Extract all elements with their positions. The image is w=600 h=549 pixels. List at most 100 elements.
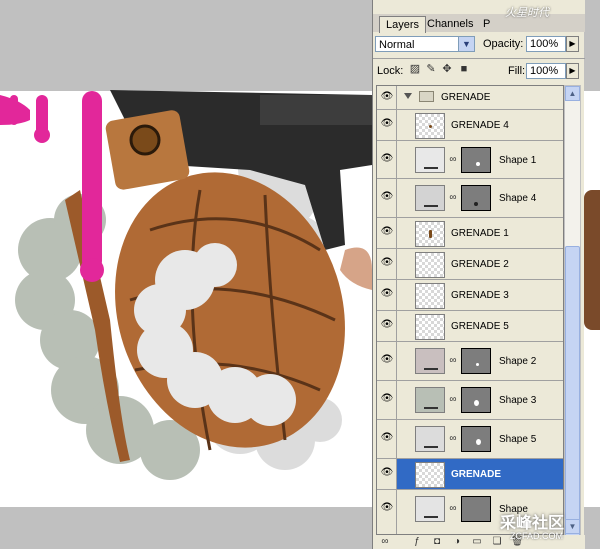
layer-grenade-1[interactable]: 👁 GRENADE 1 xyxy=(377,218,563,249)
grenade-artwork xyxy=(0,90,372,480)
eye-icon[interactable]: 👁 xyxy=(379,91,395,105)
vector-mask-thumbnail xyxy=(461,426,491,452)
layer-thumbnail xyxy=(415,314,445,340)
layer-shape-2[interactable]: 👁 ∞ Shape 2 xyxy=(377,342,563,381)
panel-titlebar[interactable] xyxy=(373,0,585,14)
layer-thumbnail xyxy=(415,252,445,278)
layer-group-grenade[interactable]: 👁 GRENADE xyxy=(377,86,563,110)
layer-shape-3[interactable]: 👁 ∞ Shape 3 xyxy=(377,381,563,420)
layer-name: Shape 3 xyxy=(499,395,537,406)
fill-arrow-icon[interactable]: ▶ xyxy=(566,63,579,79)
layer-shape-1[interactable]: 👁 ∞ Shape 1 xyxy=(377,141,563,179)
tab-layers[interactable]: Layers xyxy=(379,16,427,33)
layer-name: GRENADE 3 xyxy=(451,290,509,301)
vector-mask-thumbnail xyxy=(461,185,491,211)
eye-icon[interactable]: 👁 xyxy=(379,319,395,333)
eye-icon[interactable]: 👁 xyxy=(379,153,395,167)
watermark-bottom: 采峰社区 ZCFAD.COM xyxy=(470,505,590,549)
scroll-thumb[interactable] xyxy=(565,246,580,546)
layer-name: GRENADE xyxy=(441,92,491,103)
eye-icon[interactable]: 👁 xyxy=(379,432,395,446)
eye-icon[interactable]: 👁 xyxy=(379,191,395,205)
fill-label: Fill: xyxy=(508,65,526,77)
lock-all-icon[interactable]: ■ xyxy=(458,63,470,75)
link-icon[interactable]: ∞ xyxy=(449,354,457,368)
lock-label: Lock: xyxy=(377,65,404,77)
watermark-url: ZCFAD.COM xyxy=(510,531,563,541)
fuse-ring xyxy=(129,124,161,156)
layer-thumbnail xyxy=(415,221,445,247)
layer-grenade-selected[interactable]: 👁 GRENADE xyxy=(377,459,563,490)
lock-fill-row: Lock: ▨ ✎ ✥ ■ Fill: 100% ▶ xyxy=(373,60,585,82)
blend-mode-select[interactable]: Normal ▼ xyxy=(375,36,475,52)
link-icon[interactable]: ∞ xyxy=(449,191,457,205)
link-icon[interactable]: ∞ xyxy=(449,432,457,446)
layer-grenade-5[interactable]: 👁 GRENADE 5 xyxy=(377,311,563,342)
layers-panel: Layers Channels P Normal ▼ Opacity: 100%… xyxy=(372,0,585,549)
layer-name: Shape 5 xyxy=(499,434,537,445)
eye-icon[interactable]: 👁 xyxy=(379,257,395,271)
layer-name: GRENADE 4 xyxy=(451,120,509,131)
adjustment-layer-icon[interactable]: ◑ xyxy=(451,536,463,548)
hand-edge xyxy=(584,190,600,330)
blend-mode-value: Normal xyxy=(379,39,415,51)
layer-thumbnail xyxy=(415,387,445,413)
lock-transparent-icon[interactable]: ▨ xyxy=(409,63,421,75)
eye-icon[interactable]: 👁 xyxy=(379,226,395,240)
opacity-field[interactable]: 100% xyxy=(526,36,566,52)
canvas-right-edge xyxy=(584,0,600,549)
layer-thumbnail xyxy=(415,496,445,522)
add-mask-icon[interactable]: ◘ xyxy=(431,536,443,548)
eye-icon[interactable]: 👁 xyxy=(379,118,395,132)
divider xyxy=(373,58,585,59)
layer-list: 👁 GRENADE 👁 GRENADE 4 👁 ∞ Shape 1 👁 ∞ Sh… xyxy=(376,85,564,535)
vector-mask-thumbnail xyxy=(461,147,491,173)
layer-thumbnail xyxy=(415,147,445,173)
link-icon[interactable]: ∞ xyxy=(449,153,457,167)
scroll-up-icon[interactable]: ▲ xyxy=(565,86,580,101)
eye-icon[interactable]: 👁 xyxy=(379,502,395,516)
link-layers-icon[interactable]: ∞ xyxy=(379,536,391,548)
layer-thumbnail xyxy=(415,426,445,452)
layer-name: Shape 2 xyxy=(499,356,537,367)
eye-icon[interactable]: 👁 xyxy=(379,393,395,407)
lock-move-icon[interactable]: ✥ xyxy=(441,63,453,75)
eye-icon[interactable]: 👁 xyxy=(379,354,395,368)
opacity-arrow-icon[interactable]: ▶ xyxy=(566,36,579,52)
pistol-slide xyxy=(260,95,372,125)
watermark-top: 火星时代 xyxy=(505,7,549,19)
layer-thumbnail xyxy=(415,283,445,309)
layer-name: GRENADE 1 xyxy=(451,228,509,239)
layer-thumbnail xyxy=(415,348,445,374)
tab-channels[interactable]: Channels xyxy=(421,16,479,32)
tab-paths[interactable]: P xyxy=(477,16,496,32)
document-canvas[interactable] xyxy=(0,0,372,549)
layer-name: GRENADE 5 xyxy=(451,321,509,332)
hand-finger xyxy=(340,247,372,290)
layer-grenade-2[interactable]: 👁 GRENADE 2 xyxy=(377,249,563,280)
layer-shape-4[interactable]: 👁 ∞ Shape 4 xyxy=(377,179,563,218)
folder-icon xyxy=(419,91,434,102)
link-icon[interactable]: ∞ xyxy=(449,393,457,407)
vector-mask-thumbnail xyxy=(461,348,491,374)
layer-name: GRENADE xyxy=(451,469,502,480)
layer-thumbnail xyxy=(415,113,445,139)
layer-list-scrollbar[interactable]: ▲ ▼ xyxy=(564,85,581,546)
eye-icon[interactable]: 👁 xyxy=(379,288,395,302)
layer-grenade-3[interactable]: 👁 GRENADE 3 xyxy=(377,280,563,311)
link-icon[interactable]: ∞ xyxy=(449,502,457,516)
chevron-down-icon[interactable]: ▼ xyxy=(458,37,474,51)
panel-tabbar: Layers Channels P xyxy=(373,14,585,33)
layer-name: GRENADE 2 xyxy=(451,259,509,270)
layer-style-icon[interactable]: ƒ xyxy=(411,536,423,548)
layer-name: Shape 1 xyxy=(499,155,537,166)
lock-brush-icon[interactable]: ✎ xyxy=(425,63,437,75)
layer-name: Shape 4 xyxy=(499,193,537,204)
opacity-label: Opacity: xyxy=(483,38,524,50)
layer-shape-5[interactable]: 👁 ∞ Shape 5 xyxy=(377,420,563,459)
fill-field[interactable]: 100% xyxy=(526,63,566,79)
eye-icon[interactable]: 👁 xyxy=(379,467,395,481)
expand-triangle-icon[interactable] xyxy=(404,93,412,99)
watermark-brand: 采峰社区 xyxy=(500,515,565,532)
layer-grenade-4[interactable]: 👁 GRENADE 4 xyxy=(377,110,563,141)
